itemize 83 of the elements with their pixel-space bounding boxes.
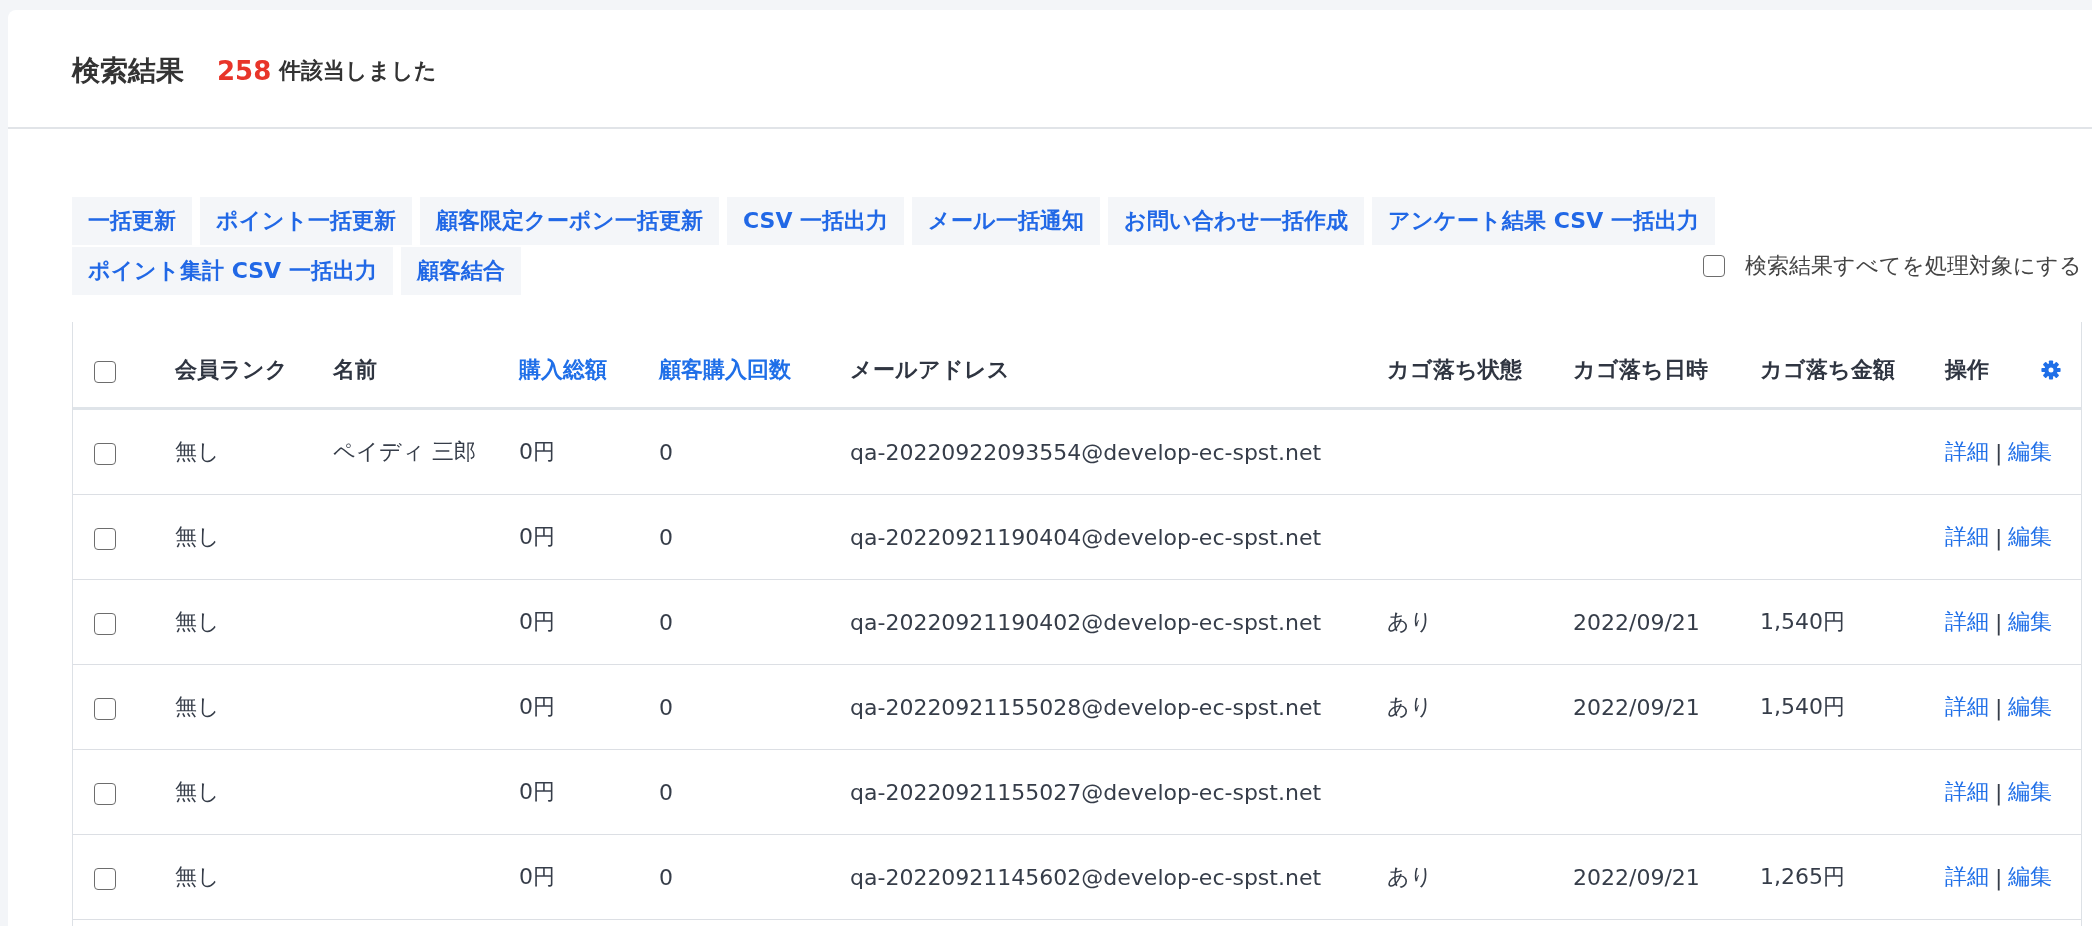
table-cell: 0: [639, 834, 830, 920]
settings-icon[interactable]: [2041, 360, 2061, 380]
column-header: 会員ランク: [155, 322, 313, 409]
row-checkbox[interactable]: [94, 697, 116, 720]
table-cell: あり: [1367, 664, 1553, 750]
detail-link[interactable]: 詳細: [1945, 777, 1989, 807]
select-all-checkbox[interactable]: [1703, 255, 1725, 277]
select-all-label: 検索結果すべてを処理対象にする: [1745, 252, 2082, 280]
bulk-action-button[interactable]: 顧客限定クーポン一括更新: [420, 197, 719, 245]
bulk-action-button[interactable]: CSV 一括出力: [727, 197, 905, 245]
link-separator: |: [1995, 864, 2003, 890]
edit-link[interactable]: 編集: [2008, 862, 2053, 892]
link-separator: |: [1995, 779, 2003, 805]
table-cell: あり: [1367, 834, 1553, 920]
table-cell: 0円: [499, 408, 639, 495]
edit-link[interactable]: 編集: [2008, 607, 2053, 637]
table-cell: 2022/09/21: [1553, 579, 1740, 665]
table-cell: 無し: [155, 834, 313, 920]
table-cell: qa-20220921190404@develop-ec-spst.net: [830, 494, 1367, 580]
bulk-action-button[interactable]: メール一括通知: [912, 197, 1101, 245]
row-checkbox[interactable]: [94, 782, 116, 805]
table-cell: 2022/09/21: [1553, 664, 1740, 750]
table-cell: 無し: [155, 664, 313, 750]
table-cell: 0: [639, 579, 830, 665]
table-cell: 1,540円: [1740, 579, 1925, 665]
table-cell: 無し: [155, 749, 313, 835]
table-cell: 2022/09/21: [1553, 834, 1740, 920]
column-header: カゴ落ち状態: [1367, 322, 1553, 409]
bulk-action-button[interactable]: お問い合わせ一括作成: [1108, 197, 1365, 245]
table-cell: 無し: [155, 494, 313, 580]
table-cell: ペイディ 三郎: [313, 408, 499, 495]
table-cell: 0: [639, 494, 830, 580]
bulk-action-button[interactable]: ポイント集計 CSV 一括出力: [72, 247, 393, 295]
table-cell: qa-20220921145602@develop-ec-spst.net: [830, 834, 1367, 920]
bulk-action-button[interactable]: アンケート結果 CSV 一括出力: [1372, 197, 1715, 245]
column-header: 名前: [313, 322, 499, 409]
bulk-action-button[interactable]: ポイント一括更新: [200, 197, 412, 245]
column-header[interactable]: 顧客購入回数: [639, 322, 830, 409]
result-count: 258: [217, 55, 272, 86]
detail-link[interactable]: 詳細: [1945, 437, 1989, 467]
table-cell: 0: [639, 408, 830, 495]
link-separator: |: [1995, 694, 2003, 720]
table-cell: 0円: [499, 664, 639, 750]
detail-link[interactable]: 詳細: [1945, 862, 1989, 892]
row-checkbox[interactable]: [94, 527, 116, 550]
header-checkbox[interactable]: [94, 360, 116, 383]
bulk-action-button[interactable]: 一括更新: [72, 197, 192, 245]
edit-link[interactable]: 編集: [2008, 692, 2053, 722]
row-checkbox[interactable]: [94, 442, 116, 465]
table-cell: qa-20220921155027@develop-ec-spst.net: [830, 749, 1367, 835]
column-header[interactable]: 購入総額: [499, 322, 639, 409]
column-header: カゴ落ち金額: [1740, 322, 1925, 409]
edit-link[interactable]: 編集: [2008, 522, 2053, 552]
column-header: メールアドレス: [830, 322, 1367, 409]
link-separator: |: [1995, 524, 2003, 550]
row-checkbox[interactable]: [94, 612, 116, 635]
table-cell: 0円: [499, 749, 639, 835]
table-cell: 無し: [155, 579, 313, 665]
page-title: 検索結果: [72, 52, 184, 89]
table-cell: 1,540円: [1740, 664, 1925, 750]
table-cell: qa-20220922093554@develop-ec-spst.net: [830, 408, 1367, 495]
table-cell: qa-20220921155028@develop-ec-spst.net: [830, 664, 1367, 750]
row-checkbox[interactable]: [94, 867, 116, 890]
link-separator: |: [1995, 609, 2003, 635]
table-cell: 0円: [499, 834, 639, 920]
table-cell: あり: [1367, 579, 1553, 665]
link-separator: |: [1995, 439, 2003, 465]
table-cell: qa-20220921190402@develop-ec-spst.net: [830, 579, 1367, 665]
table-cell: 0: [639, 664, 830, 750]
edit-link[interactable]: 編集: [2008, 777, 2053, 807]
table-cell: 0円: [499, 579, 639, 665]
result-count-label: 件該当しました: [279, 56, 438, 85]
column-header: 操作: [1945, 356, 1989, 384]
table-cell: 0: [639, 749, 830, 835]
edit-link[interactable]: 編集: [2008, 437, 2053, 467]
table-cell: 0円: [499, 494, 639, 580]
column-header: カゴ落ち日時: [1553, 322, 1740, 409]
detail-link[interactable]: 詳細: [1945, 522, 1989, 552]
detail-link[interactable]: 詳細: [1945, 692, 1989, 722]
table-cell: 1,265円: [1740, 834, 1925, 920]
table-cell: 無し: [155, 408, 313, 495]
detail-link[interactable]: 詳細: [1945, 607, 1989, 637]
bulk-action-button[interactable]: 顧客結合: [400, 247, 521, 295]
